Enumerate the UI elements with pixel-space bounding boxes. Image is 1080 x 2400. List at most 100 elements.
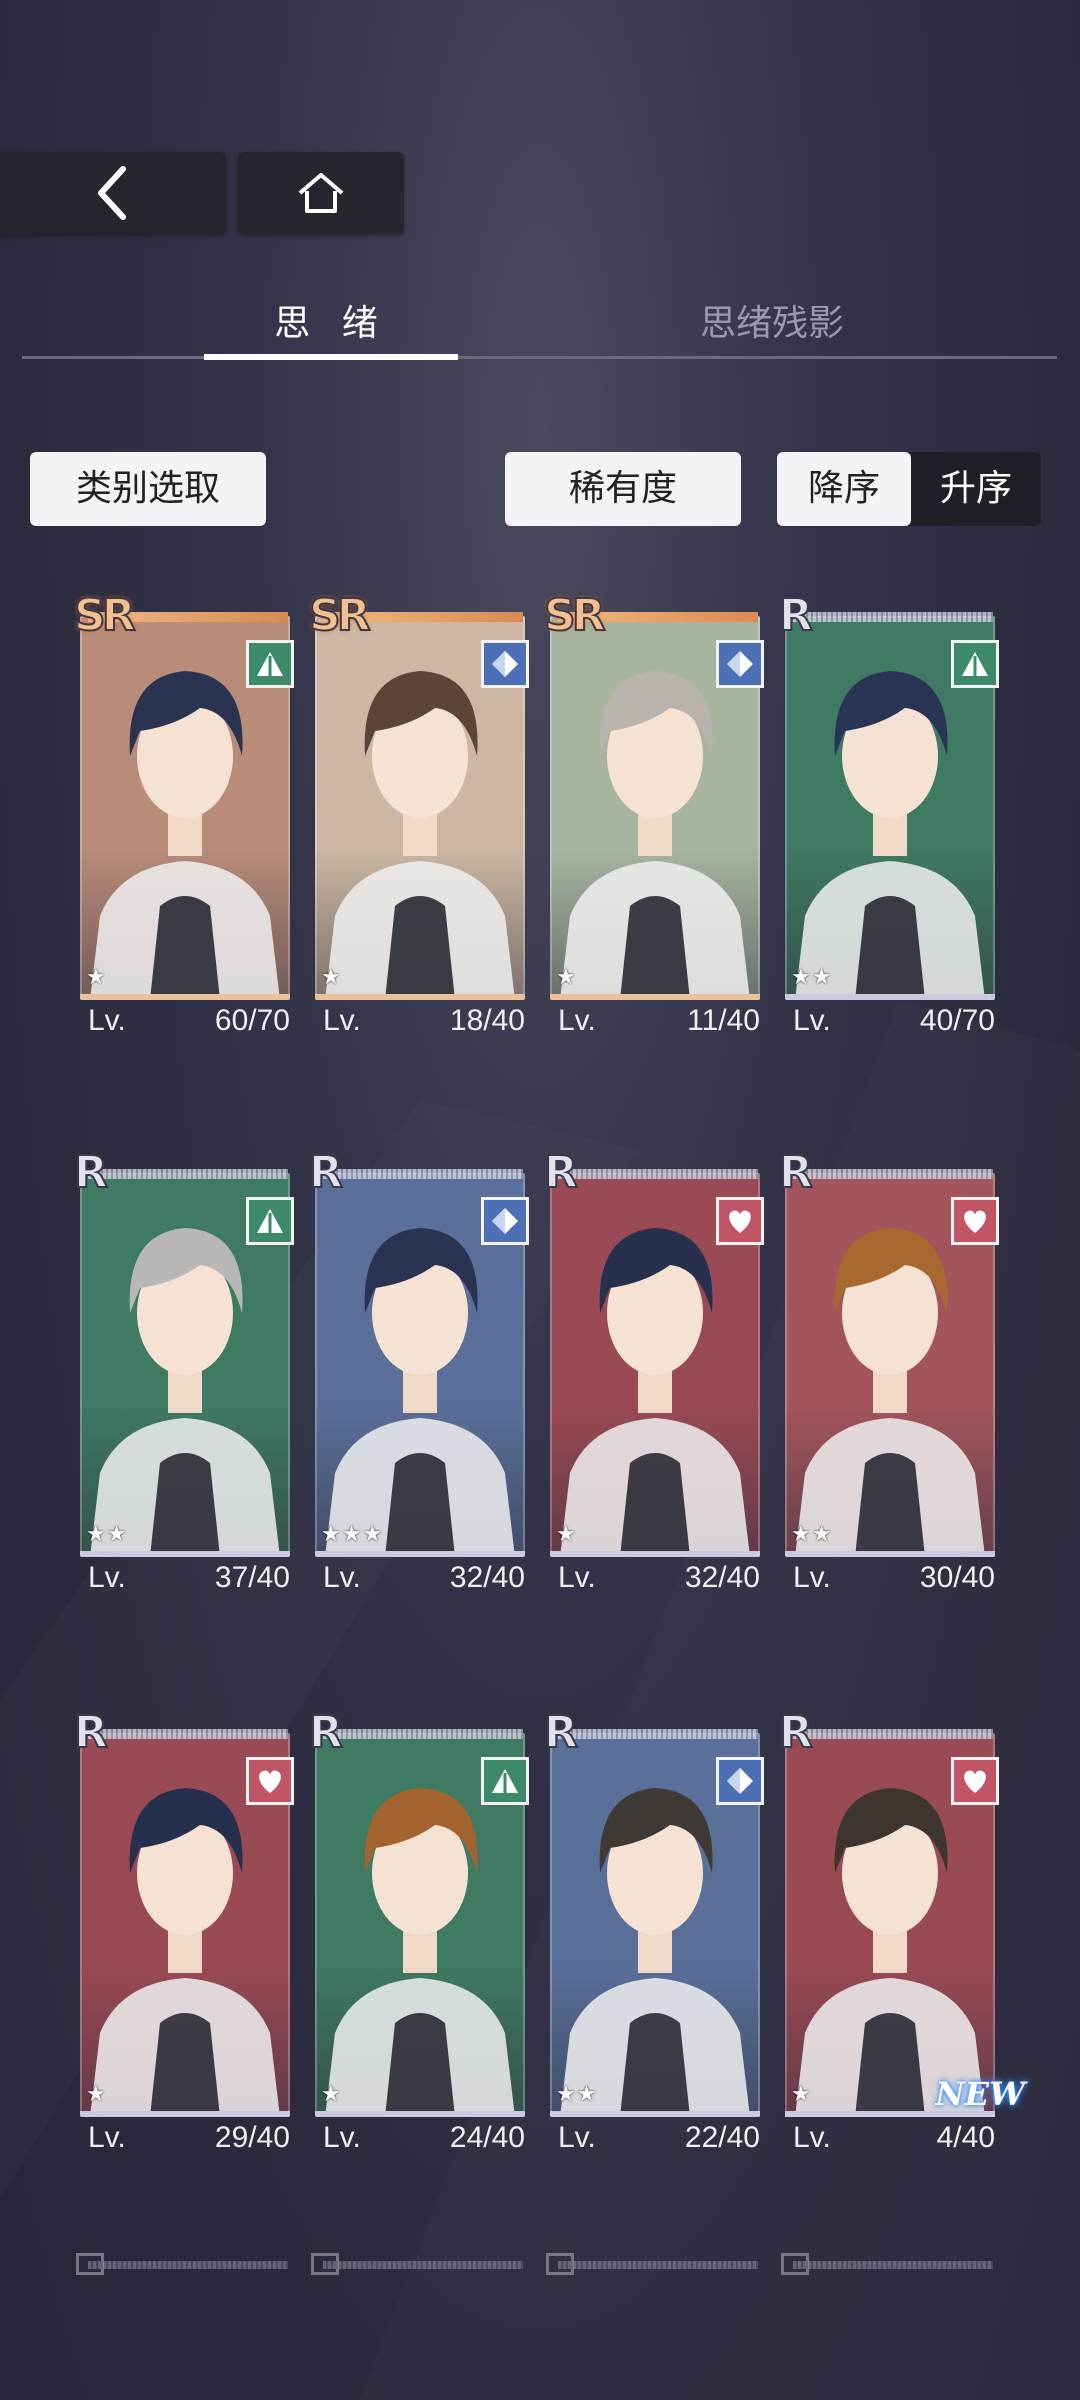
- star-rating: ★: [556, 1522, 577, 1547]
- level-value: 11/40: [687, 1004, 760, 1037]
- rarity-badge: R: [543, 1706, 579, 1759]
- tab-thoughts[interactable]: 思 绪: [204, 292, 458, 356]
- card-bottom-bar: [785, 1551, 995, 1557]
- level-row: Lv. 40/70: [793, 1004, 995, 1044]
- level-label: Lv.: [558, 1004, 596, 1037]
- character-card[interactable]: ★ R Lv. 24/40: [308, 1697, 529, 2167]
- character-card[interactable]: ★ SR Lv. 60/70: [73, 580, 294, 1050]
- card-bottom-bar: [315, 2111, 525, 2117]
- card-bottom-bar: [550, 994, 760, 1000]
- home-icon: [298, 173, 344, 213]
- pink-heart-icon: [951, 1197, 999, 1245]
- level-row: Lv. 11/40: [558, 1004, 760, 1044]
- character-card[interactable]: ★★ R Lv. 30/40: [778, 1137, 999, 1607]
- card-bottom-bar: [315, 994, 525, 1000]
- level-label: Lv.: [323, 2121, 361, 2154]
- level-value: 32/40: [449, 1561, 525, 1594]
- star-rating: ★: [791, 2082, 812, 2107]
- character-card[interactable]: ★ SR Lv. 11/40: [543, 580, 764, 1050]
- blue-diamond-icon: [481, 640, 529, 688]
- home-button[interactable]: [238, 152, 404, 234]
- rarity-badge: R: [73, 1146, 109, 1199]
- card-top-rail: [323, 1169, 523, 1179]
- tab-thought-shadows[interactable]: 思绪残影: [582, 292, 962, 356]
- card-stub: [76, 2253, 290, 2275]
- blue-diamond-icon: [481, 1197, 529, 1245]
- rarity-sort-button[interactable]: 稀有度: [505, 452, 741, 526]
- card-top-rail: [558, 1169, 758, 1179]
- tab-bar: 思 绪 思绪残影: [22, 292, 1057, 364]
- level-label: Lv.: [793, 1004, 831, 1037]
- rarity-badge: R: [308, 1146, 344, 1199]
- category-filter-button[interactable]: 类别选取: [30, 452, 266, 526]
- level-value: 22/40: [684, 2121, 760, 2154]
- character-card[interactable]: ★★★ R Lv. 32/40: [308, 1137, 529, 1607]
- sort-order-toggle: 降序 升序: [777, 452, 1041, 526]
- star-rating: ★★: [791, 1522, 833, 1547]
- level-value: 32/40: [684, 1561, 760, 1594]
- star-rating: ★★: [556, 2082, 598, 2107]
- rarity-badge: R: [308, 1706, 344, 1759]
- green-triangle-icon: [951, 640, 999, 688]
- level-label: Lv.: [558, 1561, 596, 1594]
- tab-divider: [22, 356, 1057, 359]
- tab-active-indicator: [204, 354, 458, 360]
- card-stub: [311, 2253, 525, 2275]
- level-value: 29/40: [214, 2121, 290, 2154]
- card-top-rail: [793, 612, 993, 622]
- back-button[interactable]: [0, 152, 226, 234]
- card-stub: [781, 2253, 995, 2275]
- character-card[interactable]: ★★ R Lv. 22/40: [543, 1697, 764, 2167]
- rarity-badge: R: [778, 589, 814, 642]
- card-bottom-bar: [80, 1551, 290, 1557]
- level-row: Lv. 30/40: [793, 1561, 995, 1601]
- blue-diamond-icon: [716, 640, 764, 688]
- card-top-rail: [323, 1729, 523, 1739]
- character-card[interactable]: ★★ R Lv. 40/70: [778, 580, 999, 1050]
- card-top-rail: [88, 1729, 288, 1739]
- sort-ascending-button[interactable]: 升序: [911, 452, 1041, 526]
- card-top-rail: [558, 1729, 758, 1739]
- level-row: Lv. 60/70: [88, 1004, 290, 1044]
- star-rating: ★: [86, 2082, 107, 2107]
- card-top-rail: [793, 1169, 993, 1179]
- green-triangle-icon: [246, 640, 294, 688]
- level-label: Lv.: [793, 1561, 831, 1594]
- level-row: Lv. 32/40: [323, 1561, 525, 1601]
- level-row: Lv. 4/40: [793, 2121, 995, 2161]
- character-card[interactable]: ★★ R Lv. 37/40: [73, 1137, 294, 1607]
- level-row: Lv. 18/40: [323, 1004, 525, 1044]
- green-triangle-icon: [246, 1197, 294, 1245]
- level-label: Lv.: [88, 1004, 126, 1037]
- level-label: Lv.: [323, 1004, 361, 1037]
- star-rating: ★★: [791, 965, 833, 990]
- level-row: Lv. 32/40: [558, 1561, 760, 1601]
- card-bottom-bar: [315, 1551, 525, 1557]
- level-row: Lv. 29/40: [88, 2121, 290, 2161]
- rarity-badge: R: [543, 1146, 579, 1199]
- level-value: 40/70: [919, 1004, 995, 1037]
- level-value: 37/40: [214, 1561, 290, 1594]
- rarity-badge: R: [73, 1706, 109, 1759]
- sort-descending-button[interactable]: 降序: [777, 452, 911, 526]
- level-label: Lv.: [88, 2121, 126, 2154]
- card-bottom-bar: [80, 2111, 290, 2117]
- star-rating: ★: [86, 965, 107, 990]
- character-card[interactable]: ★ R NEW Lv. 4/40: [778, 1697, 1025, 2167]
- pink-heart-icon: [246, 1757, 294, 1805]
- level-row: Lv. 37/40: [88, 1561, 290, 1601]
- character-card[interactable]: ★ SR Lv. 18/40: [308, 580, 529, 1050]
- level-value: 18/40: [449, 1004, 525, 1037]
- level-value: 24/40: [449, 2121, 525, 2154]
- card-bottom-bar: [80, 994, 290, 1000]
- character-card[interactable]: ★ R Lv. 29/40: [73, 1697, 294, 2167]
- level-value: 30/40: [919, 1561, 995, 1594]
- level-value: 4/40: [936, 2121, 995, 2154]
- character-card[interactable]: ★ R Lv. 32/40: [543, 1137, 764, 1607]
- level-value: 60/70: [214, 1004, 290, 1037]
- star-rating: ★: [321, 965, 342, 990]
- level-row: Lv. 24/40: [323, 2121, 525, 2161]
- level-label: Lv.: [793, 2121, 831, 2154]
- level-label: Lv.: [558, 2121, 596, 2154]
- chevron-left-icon: [98, 166, 126, 220]
